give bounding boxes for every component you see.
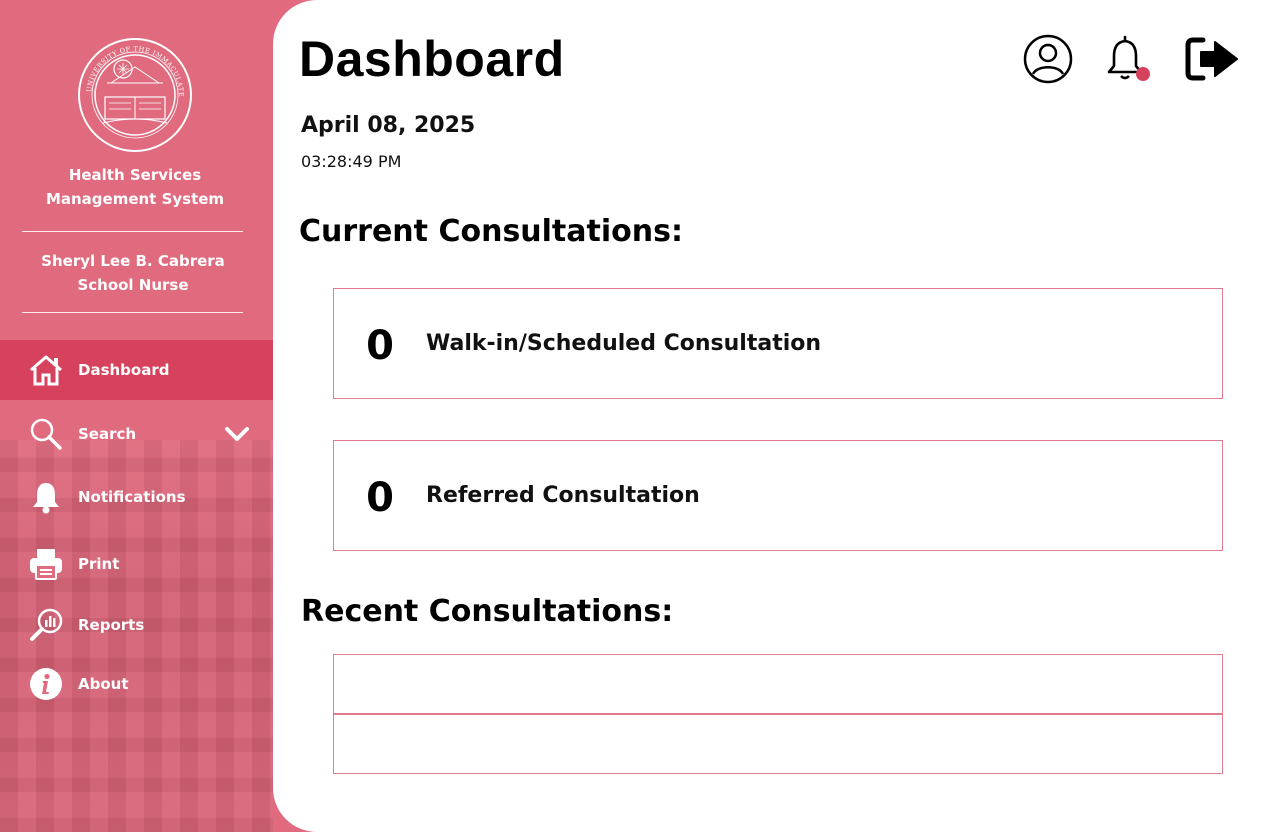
user-profile-icon[interactable] — [1023, 34, 1073, 84]
system-title-line1: Health Services — [68, 166, 202, 184]
recent-consultation-row[interactable] — [333, 654, 1223, 714]
sidebar-item-reports[interactable]: Reports — [0, 595, 273, 655]
system-title: Health Services Management System — [0, 163, 270, 211]
sidebar-item-label: Print — [78, 555, 120, 573]
search-icon — [28, 416, 64, 452]
page-title: Dashboard — [299, 31, 565, 87]
sidebar-item-print[interactable]: Print — [0, 534, 273, 594]
current-consultations-title: Current Consultations: — [299, 214, 683, 249]
consultation-count: 0 — [366, 322, 394, 369]
svg-text:UNIVERSITY OF THE IMMACULATE C: UNIVERSITY OF THE IMMACULATE CONCEPTION … — [77, 37, 185, 97]
sidebar-item-search[interactable]: Search — [0, 404, 273, 464]
sidebar-item-label: About — [78, 675, 129, 693]
logo-arc-text: UNIVERSITY OF THE IMMACULATE CONCEPTION … — [77, 37, 185, 97]
sidebar: UNIVERSITY OF THE IMMACULATE CONCEPTION … — [0, 0, 273, 832]
consultation-card-referred[interactable]: 0 Referred Consultation — [333, 440, 1223, 551]
sidebar-item-dashboard[interactable]: Dashboard — [0, 340, 273, 400]
main-panel: Dashboard April 08, 2025 03:28:49 PM Cur… — [273, 0, 1280, 832]
sidebar-divider-bottom — [22, 312, 243, 313]
logout-icon[interactable] — [1185, 36, 1241, 82]
consultation-label: Referred Consultation — [426, 483, 700, 508]
recent-consultation-row[interactable] — [333, 714, 1223, 774]
info-icon — [28, 666, 64, 702]
consultation-count: 0 — [366, 474, 394, 521]
notification-badge — [1136, 67, 1150, 81]
consultation-label: Walk-in/Scheduled Consultation — [426, 331, 822, 356]
system-title-line2: Management System — [45, 190, 225, 208]
sidebar-item-about[interactable]: About — [0, 654, 273, 714]
home-icon — [28, 352, 64, 388]
recent-consultations-title: Recent Consultations: — [301, 594, 674, 629]
current-date: April 08, 2025 — [301, 113, 476, 138]
sidebar-item-label: Dashboard — [78, 361, 170, 379]
sidebar-divider-top — [22, 231, 243, 232]
sidebar-item-label: Reports — [78, 616, 145, 634]
user-info: Sheryl Lee B. Cabrera School Nurse — [0, 249, 266, 297]
reports-icon — [28, 607, 64, 643]
chevron-down-icon[interactable] — [225, 426, 249, 442]
sidebar-item-notifications[interactable]: Notifications — [0, 467, 273, 527]
user-name: Sheryl Lee B. Cabrera — [41, 252, 225, 270]
current-time: 03:28:49 PM — [301, 152, 402, 171]
sidebar-item-label: Notifications — [78, 488, 186, 506]
bell-icon — [28, 479, 64, 515]
university-seal-logo: UNIVERSITY OF THE IMMACULATE CONCEPTION … — [77, 37, 192, 152]
printer-icon — [28, 546, 64, 582]
notification-bell-button[interactable] — [1103, 34, 1153, 84]
consultation-card-walkin[interactable]: 0 Walk-in/Scheduled Consultation — [333, 288, 1223, 399]
sidebar-item-label: Search — [78, 425, 137, 443]
user-role: School Nurse — [77, 276, 189, 294]
